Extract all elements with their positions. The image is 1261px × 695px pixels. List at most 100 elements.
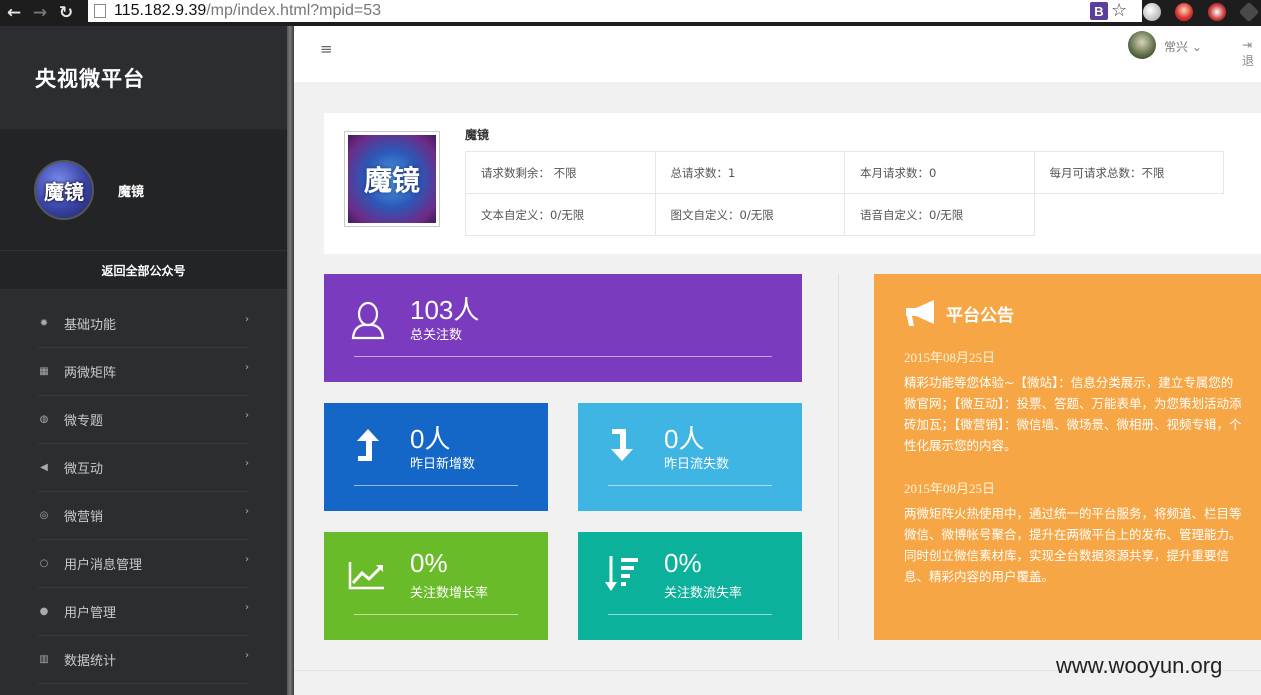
tile-divider: [608, 485, 772, 486]
megaphone-icon: [906, 300, 934, 326]
tile-divider: [354, 614, 518, 615]
notice-title: 平台公告: [946, 306, 1014, 326]
sidebar-menu: ✹ 基础功能 › ▦ 两微矩阵 › ◍ 微专题 › ◀ 微互动 › ◎ 微营销 …: [0, 290, 287, 684]
watermark: www.wooyun.org: [1056, 653, 1223, 678]
extension-globe-icon[interactable]: [1143, 3, 1161, 21]
sidebar-item-label: 微专题: [64, 414, 104, 429]
user-icon: ●: [39, 606, 49, 617]
tile-total-followers[interactable]: 103人 总关注数: [324, 274, 802, 382]
chevron-right-icon: ›: [245, 458, 249, 469]
tile-label: 总关注数: [410, 328, 463, 343]
sidebar-item-label: 微互动: [64, 462, 104, 477]
bar-chart-icon: ▥: [39, 654, 49, 665]
stat-this-month: 本月请求数：0: [844, 151, 1035, 194]
account-stats-table: 请求数剩余： 不限 总请求数：1 本月请求数：0 每月可请求总数：不限 文本自定…: [465, 151, 1224, 236]
sidebar-item-messages[interactable]: ○ 用户消息管理 ›: [38, 540, 249, 588]
stat-remaining: 请求数剩余： 不限: [465, 151, 656, 194]
logout-icon: ⇥: [1242, 38, 1253, 52]
account-name: 魔镜: [465, 128, 490, 142]
tile-label: 昨日流失数: [664, 457, 730, 472]
tile-divider: [354, 356, 772, 357]
platform-notice: 平台公告 2015年08月25日 精彩功能等您体验~【微站】：信息分类展示，建立…: [874, 274, 1261, 640]
sidebar-item-stats[interactable]: ▥ 数据统计 ›: [38, 636, 249, 684]
brand-title: 央视微平台: [35, 66, 145, 91]
sidebar-item-label: 用户消息管理: [64, 558, 143, 573]
notice-date: 2015年08月25日: [904, 350, 996, 365]
sidebar-item-matrix[interactable]: ▦ 两微矩阵 ›: [38, 348, 249, 396]
browser-toolbar: ← → ↻ 115.182.9.39/mp/index.html?mpid=53…: [0, 0, 1261, 26]
forward-arrow-icon[interactable]: →: [28, 2, 52, 24]
notice-date: 2015年08月25日: [904, 481, 996, 496]
sidebar-item-users[interactable]: ● 用户管理 ›: [38, 588, 249, 636]
sidebar-scroll-edge[interactable]: [287, 26, 294, 695]
back-to-all-accounts-link[interactable]: 返回全部公众号: [0, 251, 287, 290]
logout-label: 退: [1242, 54, 1255, 68]
stat-text-custom: 文本自定义：0/无限: [465, 193, 656, 236]
tile-divider: [608, 614, 772, 615]
chevron-right-icon: ›: [245, 602, 249, 613]
top-bar: ≡ 常兴 ⌄ ⇥退: [294, 26, 1261, 82]
notice-text: 精彩功能等您体验~【微站】：信息分类展示，建立专属您的微官网；【微互动】：投票、…: [904, 375, 1242, 453]
comment-icon: ○: [39, 558, 49, 569]
bookmark-star-icon[interactable]: ☆: [1111, 0, 1127, 21]
sidebar-item-label: 基础功能: [64, 318, 117, 333]
user-avatar[interactable]: [1128, 31, 1156, 59]
stat-empty-cell: [1034, 194, 1224, 236]
tile-growth-rate[interactable]: 0% 关注数增长率: [324, 532, 548, 640]
reload-icon[interactable]: ↻: [54, 2, 78, 24]
account-info-panel: 魔镜 魔镜 请求数剩余： 不限 总请求数：1 本月请求数：0 每月可请求总数：不…: [324, 113, 1261, 254]
chevron-right-icon: ›: [245, 650, 249, 661]
extension-diamond-icon[interactable]: [1238, 1, 1260, 23]
page-icon: [94, 4, 106, 18]
chevron-right-icon: ›: [245, 314, 249, 325]
line-chart-icon: [348, 562, 384, 590]
menu-toggle-icon[interactable]: ≡: [320, 40, 333, 58]
account-logo: 魔镜: [344, 131, 440, 227]
sidebar-item-label: 数据统计: [64, 654, 117, 669]
url-path: /mp/index.html?mpid=53: [206, 2, 381, 19]
stat-news-custom: 图文自定义：0/无限: [654, 193, 845, 236]
grid-icon: ▦: [39, 366, 49, 377]
sidebar-item-label: 微营销: [64, 510, 104, 525]
url-host: 115.182.9.39: [114, 2, 207, 19]
tile-value: 103人: [410, 295, 480, 325]
account-logo-text: 魔镜: [348, 135, 436, 223]
gear-icon: ✹: [39, 318, 49, 329]
stat-total: 总请求数：1: [654, 151, 845, 194]
brand-header: 央视微平台: [0, 26, 287, 130]
sidebar-item-topics[interactable]: ◍ 微专题 ›: [38, 396, 249, 444]
bootstrap-extension-icon[interactable]: B: [1090, 2, 1108, 20]
megaphone-icon: ◀: [40, 462, 48, 473]
tile-loss-rate[interactable]: 0% 关注数流失率: [578, 532, 802, 640]
tile-lost-yesterday[interactable]: 0人 昨日流失数: [578, 403, 802, 511]
extension-badge-icon[interactable]: [1208, 3, 1226, 21]
sidebar: 央视微平台 魔镜 魔镜 返回全部公众号 ✹ 基础功能 › ▦ 两微矩阵 › ◍ …: [0, 26, 287, 695]
sidebar-item-marketing[interactable]: ◎ 微营销 ›: [38, 492, 249, 540]
extension-santa-icon[interactable]: [1175, 3, 1193, 21]
tile-value: 0%: [664, 548, 702, 578]
sidebar-item-basic[interactable]: ✹ 基础功能 ›: [38, 300, 249, 348]
chevron-right-icon: ›: [245, 362, 249, 373]
tile-value: 0%: [410, 548, 448, 578]
profile-name: 魔镜: [118, 184, 145, 200]
globe-icon: ◍: [39, 414, 49, 425]
address-bar[interactable]: 115.182.9.39/mp/index.html?mpid=53: [88, 0, 1142, 22]
stat-monthly-quota: 每月可请求总数：不限: [1033, 151, 1224, 194]
section-divider: [838, 274, 839, 640]
chevron-right-icon: ›: [245, 506, 249, 517]
user-menu[interactable]: 常兴 ⌄: [1164, 38, 1202, 55]
sort-amount-desc-icon: [605, 556, 638, 591]
sidebar-item-interaction[interactable]: ◀ 微互动 ›: [38, 444, 249, 492]
user-name: 常兴: [1164, 40, 1189, 54]
sidebar-item-label: 两微矩阵: [64, 366, 117, 381]
target-icon: ◎: [39, 510, 49, 521]
tile-label: 关注数增长率: [410, 586, 489, 601]
chevron-right-icon: ›: [245, 554, 249, 565]
notice-text: 两微矩阵火热使用中，通过统一的平台服务，将频道、栏目等微信、微博帐号聚合，提升在…: [904, 506, 1242, 584]
back-arrow-icon[interactable]: ←: [2, 2, 26, 24]
logout-button[interactable]: ⇥退: [1242, 38, 1261, 69]
tile-new-yesterday[interactable]: 0人 昨日新增数: [324, 403, 548, 511]
tile-label: 关注数流失率: [664, 586, 743, 601]
level-up-icon: [357, 429, 379, 461]
chevron-down-icon: ⌄: [1188, 40, 1202, 54]
